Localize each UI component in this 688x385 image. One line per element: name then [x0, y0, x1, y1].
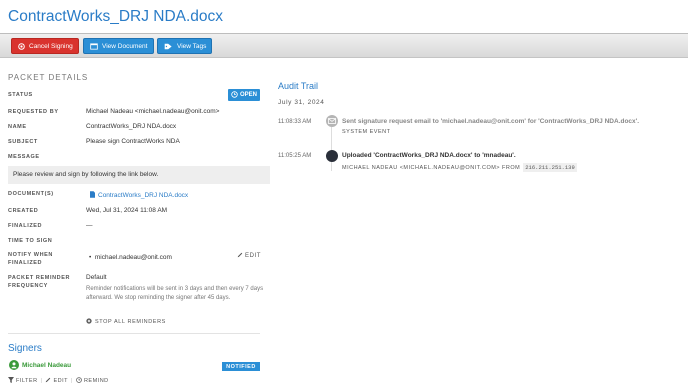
audit-trail-heading: Audit Trail — [278, 81, 319, 91]
audit-date: July 31, 2024 — [278, 99, 325, 106]
signer-item[interactable]: Michael Nadeau — [9, 360, 71, 370]
user-avatar-icon — [9, 360, 19, 370]
view-document-button[interactable]: View Document — [83, 38, 154, 54]
document-link-label: ContractWorks_DRJ NDA.docx — [98, 192, 189, 199]
status-value: OPEN — [239, 92, 257, 98]
event-time: 11:08:33 AM — [278, 119, 312, 125]
notify-recipient: • michael.nadeau@onit.com — [89, 254, 172, 261]
signer-actions: FILTER | EDIT | REMIND — [8, 377, 109, 385]
signers-heading: Signers — [8, 343, 42, 354]
separator: | — [40, 378, 43, 384]
event-time: 11:05:25 AM — [278, 153, 312, 159]
finalized-label: FINALIZED — [8, 223, 43, 229]
tags-icon — [164, 43, 173, 50]
reminder-value: Default — [86, 274, 107, 281]
time-to-sign-label: TIME TO SIGN — [8, 238, 53, 244]
created-label: CREATED — [8, 208, 39, 214]
separator: | — [71, 378, 73, 384]
event-actor: MICHAEL NADEAU <MICHAEL.NADEAU@ONIT.COM>… — [342, 163, 577, 172]
status-label: STATUS — [8, 92, 33, 98]
event-title: Sent signature request email to 'michael… — [342, 118, 640, 125]
status-badge: OPEN — [228, 89, 260, 101]
file-icon — [90, 191, 95, 200]
filter-button[interactable]: FILTER — [8, 377, 38, 385]
view-document-label: View Document — [102, 42, 148, 50]
clock-icon — [76, 377, 82, 385]
document-icon — [90, 42, 98, 50]
page-title: ContractWorks_DRJ NDA.docx — [8, 8, 224, 25]
cancel-signing-button[interactable]: Cancel Signing — [11, 38, 79, 54]
view-tags-label: View Tags — [177, 42, 207, 50]
view-tags-button[interactable]: View Tags — [157, 38, 212, 54]
stop-all-reminders-button[interactable]: STOP ALL REMINDERS — [86, 318, 166, 326]
reminder-label-line2: FREQUENCY — [8, 283, 48, 289]
clock-icon — [231, 90, 238, 100]
notify-label-line1: NOTIFY WHEN — [8, 252, 53, 258]
signer-edit-button[interactable]: EDIT — [45, 377, 68, 385]
signer-name: Michael Nadeau — [22, 361, 72, 369]
signer-status-badge: NOTIFIED — [222, 362, 260, 371]
event-actor: SYSTEM EVENT — [342, 129, 391, 135]
message-value: Please review and sign by following the … — [8, 166, 270, 184]
event-title: Uploaded 'ContractWorks_DRJ NDA.docx' to… — [342, 152, 516, 159]
subject-value: Please sign ContractWorks NDA — [86, 138, 180, 145]
stop-all-reminders-label: STOP ALL REMINDERS — [95, 319, 166, 325]
envelope-icon — [326, 115, 338, 127]
signer-edit-label: EDIT — [53, 378, 69, 384]
pencil-icon — [237, 252, 243, 260]
document-link[interactable]: ContractWorks_DRJ NDA.docx — [90, 191, 188, 200]
notify-edit-button[interactable]: EDIT — [237, 252, 261, 260]
remind-label: REMIND — [83, 378, 109, 384]
filter-label: FILTER — [16, 378, 38, 384]
event-actor-text: MICHAEL NADEAU <MICHAEL.NADEAU@ONIT.COM>… — [342, 164, 521, 171]
subject-label: SUBJECT — [8, 139, 38, 145]
reminder-note: Reminder notifications will be sent in 3… — [86, 286, 264, 301]
notify-edit-label: EDIT — [245, 253, 262, 259]
upload-event-icon — [326, 150, 338, 162]
documents-label: DOCUMENT(S) — [8, 191, 54, 197]
created-value: Wed, Jul 31, 2024 11:08 AM — [86, 207, 168, 214]
notify-label-line2: FINALIZED — [8, 260, 43, 266]
ip-address: 216.211.251.139 — [523, 163, 577, 172]
pencil-icon — [45, 377, 51, 385]
finalized-value: — — [86, 222, 93, 229]
name-value: ContractWorks_DRJ NDA.docx — [86, 123, 177, 130]
notify-recipient-email: michael.nadeau@onit.com — [94, 254, 172, 261]
message-label: MESSAGE — [8, 154, 40, 160]
requested-by-value: Michael Nadeau <michael.nadeau@onit.com> — [86, 108, 220, 115]
filter-icon — [8, 377, 14, 385]
timeline-line — [331, 127, 332, 171]
section-divider — [8, 333, 260, 334]
remind-button[interactable]: REMIND — [76, 377, 109, 385]
requested-by-label: REQUESTED BY — [8, 109, 59, 115]
cancel-circle-icon — [18, 42, 25, 50]
packet-details-heading: PACKET DETAILS — [8, 73, 89, 82]
stop-circle-icon — [86, 318, 92, 326]
name-label: NAME — [8, 124, 27, 130]
cancel-signing-label: Cancel Signing — [29, 42, 73, 50]
reminder-label-line1: PACKET REMINDER — [8, 275, 71, 281]
